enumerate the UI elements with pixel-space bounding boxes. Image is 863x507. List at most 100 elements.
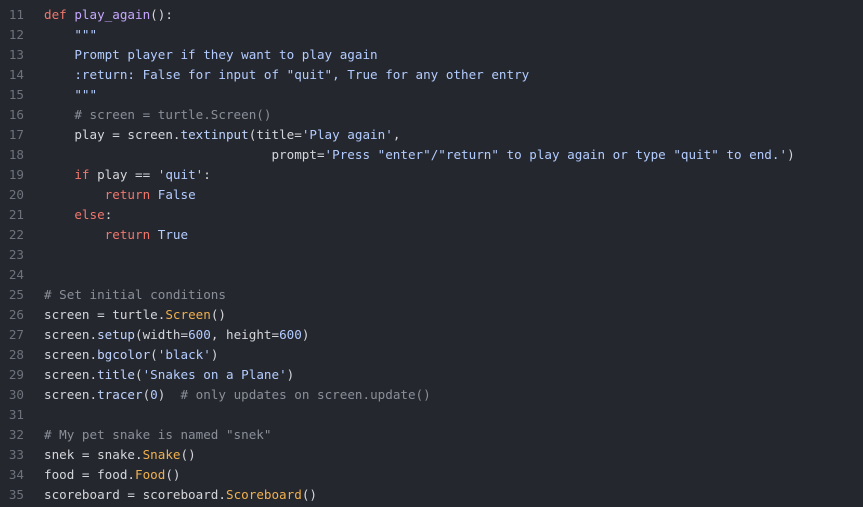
code-editor[interactable]: 11 def play_again(): 12 """ 13 Prompt playe… — [0, 5, 863, 505]
code-text[interactable]: screen.setup(width=600, height=600) — [24, 325, 309, 345]
code-text[interactable]: food = food.Food() — [24, 465, 181, 485]
code-token: ( — [150, 347, 158, 362]
code-text[interactable]: :return: False for input of "quit", True… — [24, 65, 529, 85]
code-line[interactable]: 30 screen.tracer(0) # only updates on scr… — [0, 385, 863, 405]
line-number: 25 — [8, 287, 24, 302]
code-token: Food — [135, 467, 166, 482]
code-text[interactable]: screen.title('Snakes on a Plane') — [24, 365, 294, 385]
code-token: 600 — [279, 327, 302, 342]
code-text[interactable] — [24, 405, 44, 425]
code-line[interactable]: 23 — [0, 245, 863, 265]
code-text[interactable]: scoreboard = scoreboard.Scoreboard() — [24, 485, 317, 505]
code-line[interactable]: 35 scoreboard = scoreboard.Scoreboard() — [0, 485, 863, 505]
code-text[interactable]: def play_again(): — [24, 5, 173, 25]
code-line[interactable]: 16 # screen = turtle.Screen() — [0, 105, 863, 125]
code-token: screen. — [44, 327, 98, 342]
code-line[interactable]: 12 """ — [0, 25, 863, 45]
code-line[interactable]: 28 screen.bgcolor('black') — [0, 345, 863, 365]
code-token: textinput — [180, 127, 249, 142]
code-text[interactable]: # My pet snake is named "snek" — [24, 425, 271, 445]
code-token: title — [97, 367, 135, 382]
code-text[interactable]: return False — [24, 185, 196, 205]
code-line[interactable]: 25 # Set initial conditions — [0, 285, 863, 305]
code-token: Scoreboard — [225, 487, 302, 502]
code-token: """ — [44, 27, 98, 42]
line-number: 33 — [8, 447, 24, 462]
code-token: scoreboard = scoreboard. — [44, 487, 226, 502]
code-text[interactable]: """ — [24, 85, 97, 105]
code-text[interactable]: return True — [24, 225, 188, 245]
code-token: (width= — [135, 327, 189, 342]
code-text[interactable]: snek = snake.Snake() — [24, 445, 196, 465]
code-line[interactable]: 18 prompt='Press "enter"/"return" to pla… — [0, 145, 863, 165]
code-token: Snake — [142, 447, 181, 462]
code-token: 'quit' — [157, 167, 204, 182]
code-text[interactable]: # screen = turtle.Screen() — [24, 105, 271, 125]
code-text[interactable]: play = screen.textinput(title='Play agai… — [24, 125, 400, 145]
code-token: 'Snakes on a Plane' — [142, 367, 287, 382]
code-token: : — [104, 207, 113, 222]
code-line[interactable]: 19 if play == 'quit': — [0, 165, 863, 185]
code-token: ( — [135, 367, 143, 382]
code-line[interactable]: 27 screen.setup(width=600, height=600) — [0, 325, 863, 345]
code-text[interactable] — [24, 265, 44, 285]
code-token: food = food. — [44, 467, 135, 482]
code-token: def — [44, 7, 67, 22]
code-token: Prompt player if they want to play again — [44, 47, 378, 62]
code-token: () — [180, 447, 196, 462]
code-token: False — [157, 187, 196, 202]
code-token: # only updates on screen.update() — [180, 387, 431, 402]
code-text[interactable]: if play == 'quit': — [24, 165, 211, 185]
code-token: , — [392, 127, 401, 142]
code-token: """ — [44, 87, 98, 102]
code-text[interactable]: screen.bgcolor('black') — [24, 345, 218, 365]
code-token: , height= — [210, 327, 280, 342]
code-text[interactable] — [24, 245, 44, 265]
line-number: 26 — [8, 307, 24, 322]
code-line[interactable]: 33 snek = snake.Snake() — [0, 445, 863, 465]
code-line[interactable]: 22 return True — [0, 225, 863, 245]
code-line[interactable]: 34 food = food.Food() — [0, 465, 863, 485]
code-line[interactable]: 21 else: — [0, 205, 863, 225]
code-token: screen. — [44, 347, 98, 362]
code-line[interactable]: 11 def play_again(): — [0, 5, 863, 25]
code-token: # Set initial conditions — [44, 287, 226, 302]
code-token: :return: False for input of "quit", True… — [44, 67, 530, 82]
line-number: 20 — [8, 187, 24, 202]
code-token: : — [203, 167, 211, 182]
code-token: ) — [210, 347, 219, 362]
code-token: (title= — [248, 127, 302, 142]
code-line[interactable]: 26 screen = turtle.Screen() — [0, 305, 863, 325]
code-token: play = screen. — [44, 127, 181, 142]
line-number: 30 — [8, 387, 24, 402]
code-text[interactable]: screen = turtle.Screen() — [24, 305, 226, 325]
code-line[interactable]: 20 return False — [0, 185, 863, 205]
line-number: 15 — [8, 87, 24, 102]
code-text[interactable]: prompt='Press "enter"/"return" to play a… — [24, 145, 794, 165]
code-text[interactable]: else: — [24, 205, 112, 225]
code-line[interactable]: 14 :return: False for input of "quit", T… — [0, 65, 863, 85]
code-line[interactable]: 32 # My pet snake is named "snek" — [0, 425, 863, 445]
code-text[interactable]: """ — [24, 25, 97, 45]
code-line[interactable]: 24 — [0, 265, 863, 285]
code-token: Screen — [165, 307, 211, 322]
line-number: 16 — [8, 107, 24, 122]
code-token: if — [74, 167, 90, 182]
code-text[interactable]: # Set initial conditions — [24, 285, 226, 305]
code-line[interactable]: 15 """ — [0, 85, 863, 105]
code-line[interactable]: 17 play = screen.textinput(title='Play a… — [0, 125, 863, 145]
code-line[interactable]: 31 — [0, 405, 863, 425]
code-token: (): — [150, 7, 173, 22]
code-text[interactable]: Prompt player if they want to play again — [24, 45, 378, 65]
code-token: tracer — [97, 387, 143, 402]
line-number: 23 — [8, 247, 24, 262]
line-number: 13 — [8, 47, 24, 62]
code-line[interactable]: 13 Prompt player if they want to play ag… — [0, 45, 863, 65]
line-number: 32 — [8, 427, 24, 442]
code-text[interactable]: screen.tracer(0) # only updates on scree… — [24, 385, 431, 405]
code-line[interactable]: 29 screen.title('Snakes on a Plane') — [0, 365, 863, 385]
line-number: 34 — [8, 467, 24, 482]
line-number: 31 — [8, 407, 24, 422]
